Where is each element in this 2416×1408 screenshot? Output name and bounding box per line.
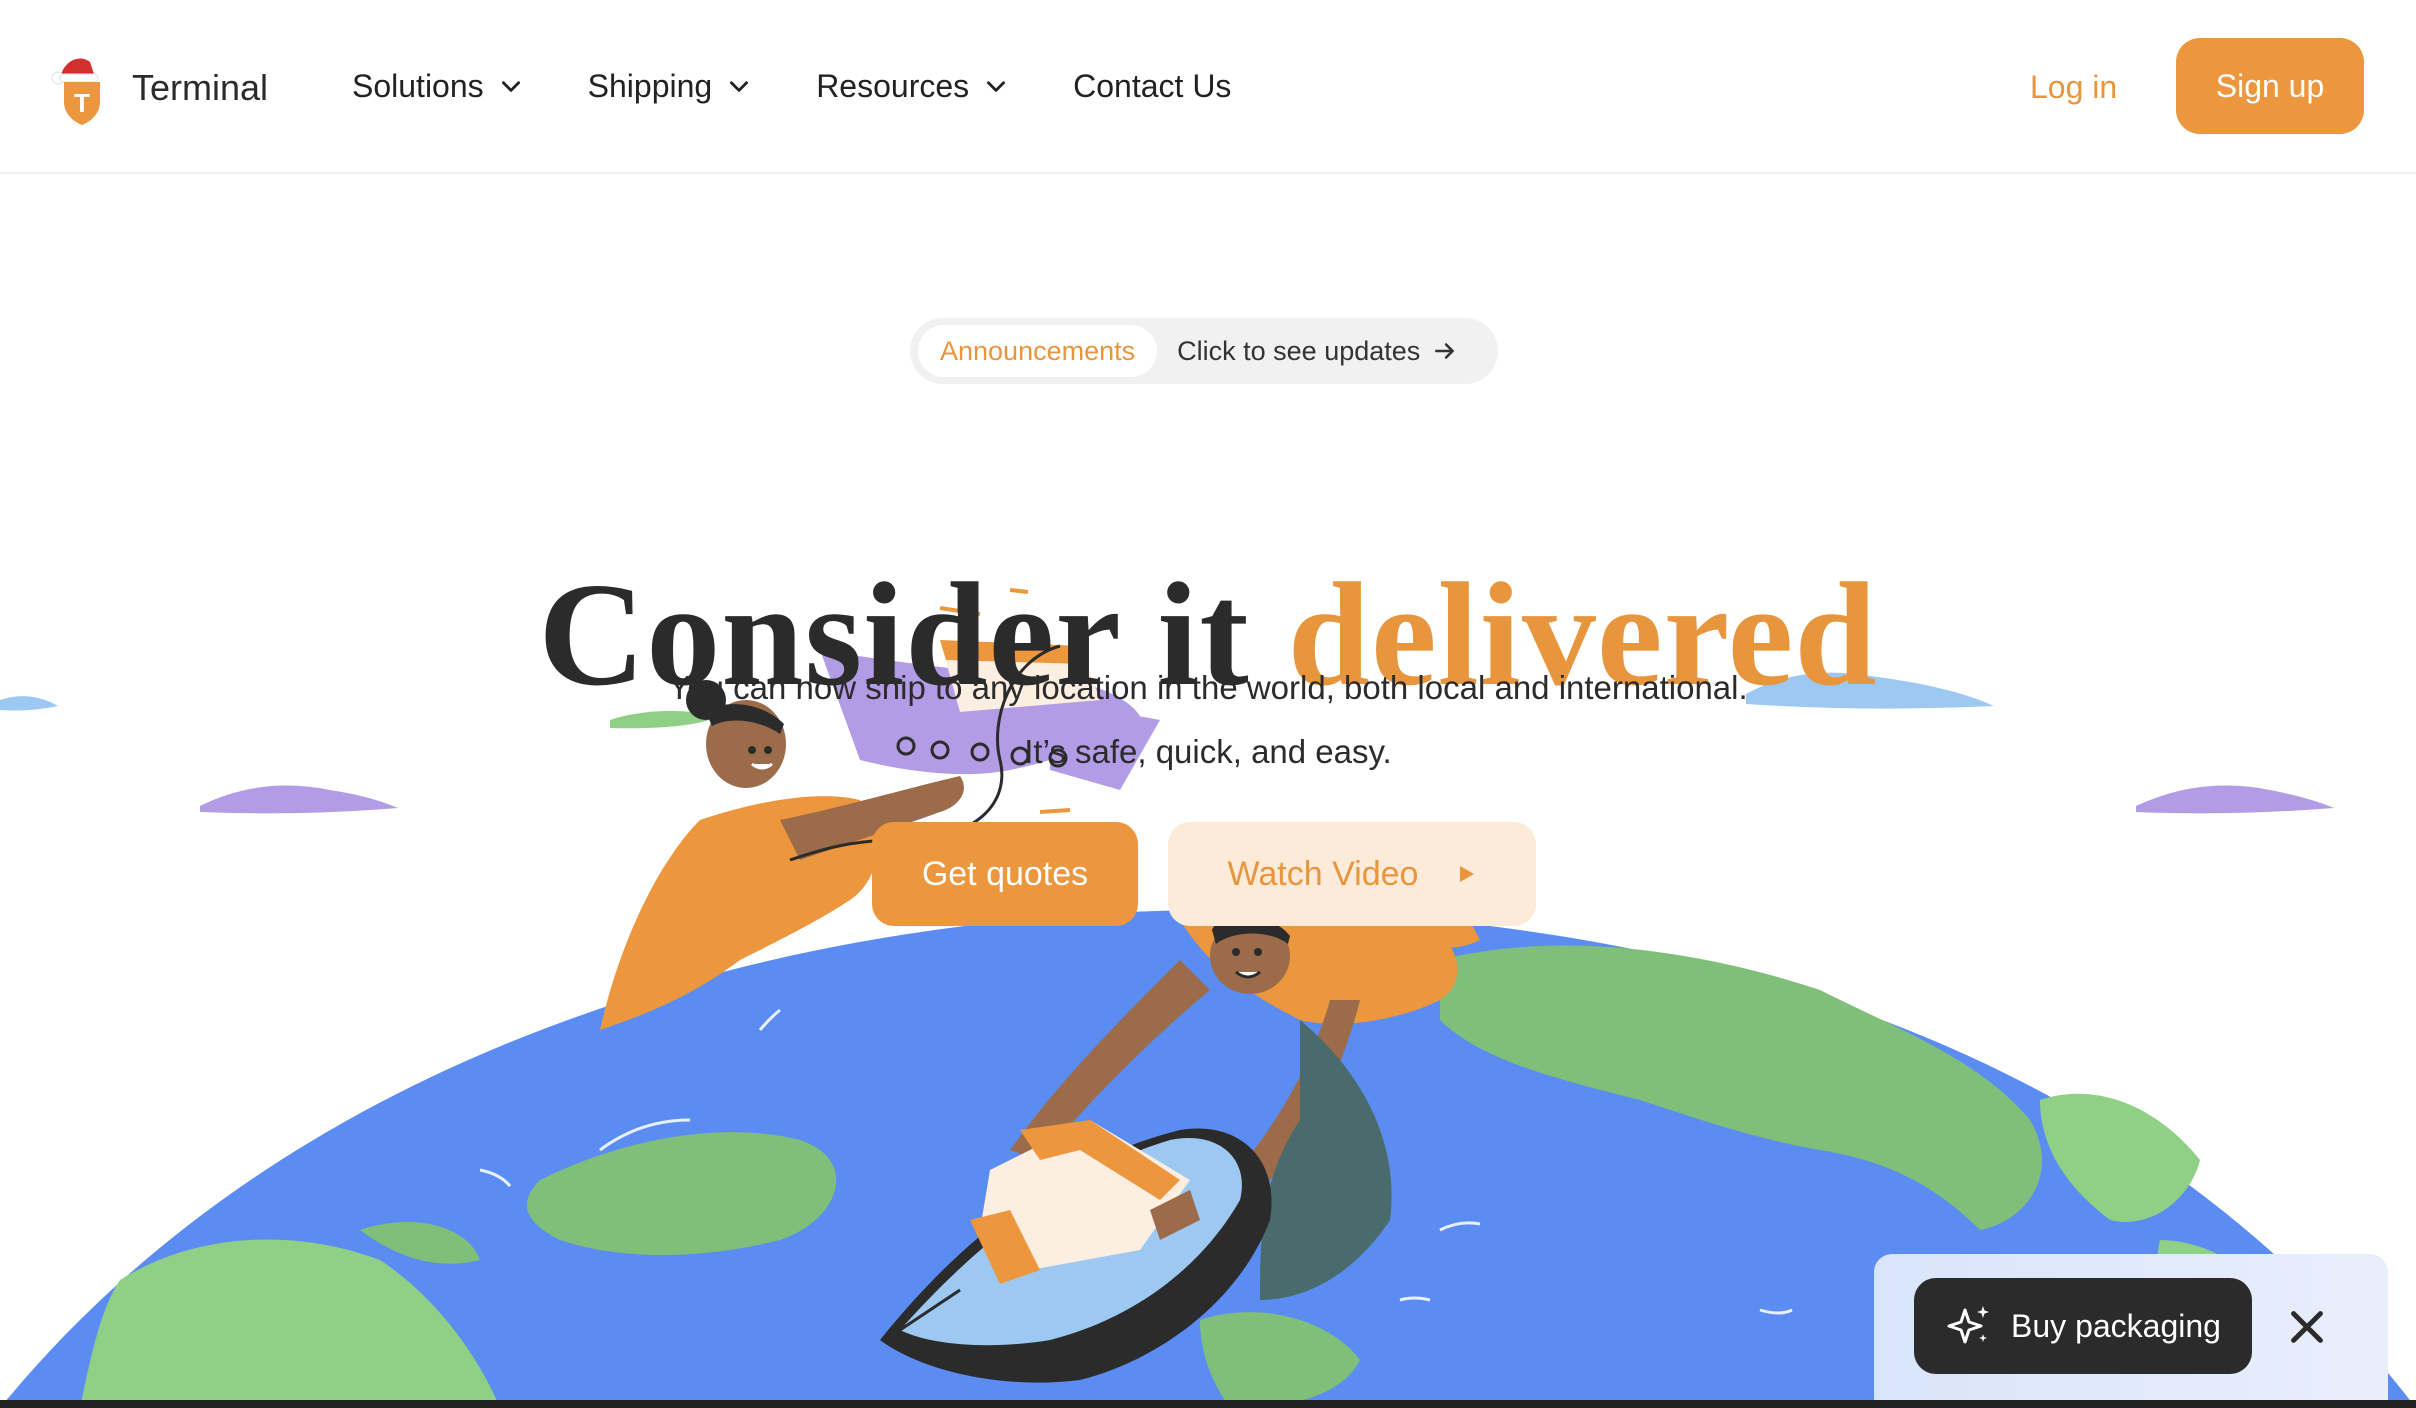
chevron-down-icon <box>730 81 749 92</box>
site-header: T Terminal Solutions Shipping Resources … <box>0 0 2416 174</box>
nav-resources[interactable]: Resources <box>816 58 1009 114</box>
play-icon <box>1460 866 1475 882</box>
buy-packaging-button[interactable]: Buy packaging <box>1914 1278 2252 1374</box>
watch-video-label: Watch Video <box>1227 854 1419 893</box>
nav-resources-label: Resources <box>816 67 970 104</box>
signup-button[interactable]: Sign up <box>2176 38 2364 134</box>
announcement-text-wrap: Click to see updates <box>1177 336 1458 367</box>
svg-text:T: T <box>74 88 90 118</box>
nav-solutions[interactable]: Solutions <box>352 58 524 114</box>
announcement-bar[interactable]: Announcements Click to see updates <box>910 318 1498 384</box>
terminal-logo-icon: T <box>50 50 114 126</box>
cloud-shape <box>200 785 398 814</box>
nav-shipping-label: Shipping <box>587 67 713 104</box>
main-nav: Solutions Shipping Resources Contact Us <box>352 58 1295 114</box>
nav-contact-us[interactable]: Contact Us <box>1073 58 1231 114</box>
cloud-shape <box>2136 785 2334 814</box>
hero-subtitle-line2: It’s safe, quick, and easy. <box>1024 733 1392 770</box>
brand-logo[interactable]: T Terminal <box>50 38 268 138</box>
get-quotes-button[interactable]: Get quotes <box>872 822 1138 926</box>
announcement-badge: Announcements <box>918 325 1158 377</box>
nav-contact-us-label: Contact Us <box>1073 67 1232 104</box>
login-link[interactable]: Log in <box>2030 62 2117 112</box>
close-icon[interactable] <box>2284 1304 2330 1350</box>
browser-bottom-edge <box>0 1400 2416 1408</box>
nav-solutions-label: Solutions <box>352 67 484 104</box>
hero-subtitle: You can now ship to any location in the … <box>0 656 2416 784</box>
sparkles-icon <box>1947 1306 1990 1344</box>
brand-name: Terminal <box>132 67 269 108</box>
announcement-text: Click to see updates <box>1177 335 1421 366</box>
chevron-down-icon <box>987 81 1006 92</box>
hero-subtitle-line1: You can now ship to any location in the … <box>668 669 1748 706</box>
watch-video-button[interactable]: Watch Video <box>1168 822 1536 926</box>
chevron-down-icon <box>501 81 520 92</box>
nav-shipping[interactable]: Shipping <box>588 58 753 114</box>
arrow-right-icon <box>1435 343 1455 359</box>
buy-packaging-label: Buy packaging <box>2011 1307 2221 1344</box>
